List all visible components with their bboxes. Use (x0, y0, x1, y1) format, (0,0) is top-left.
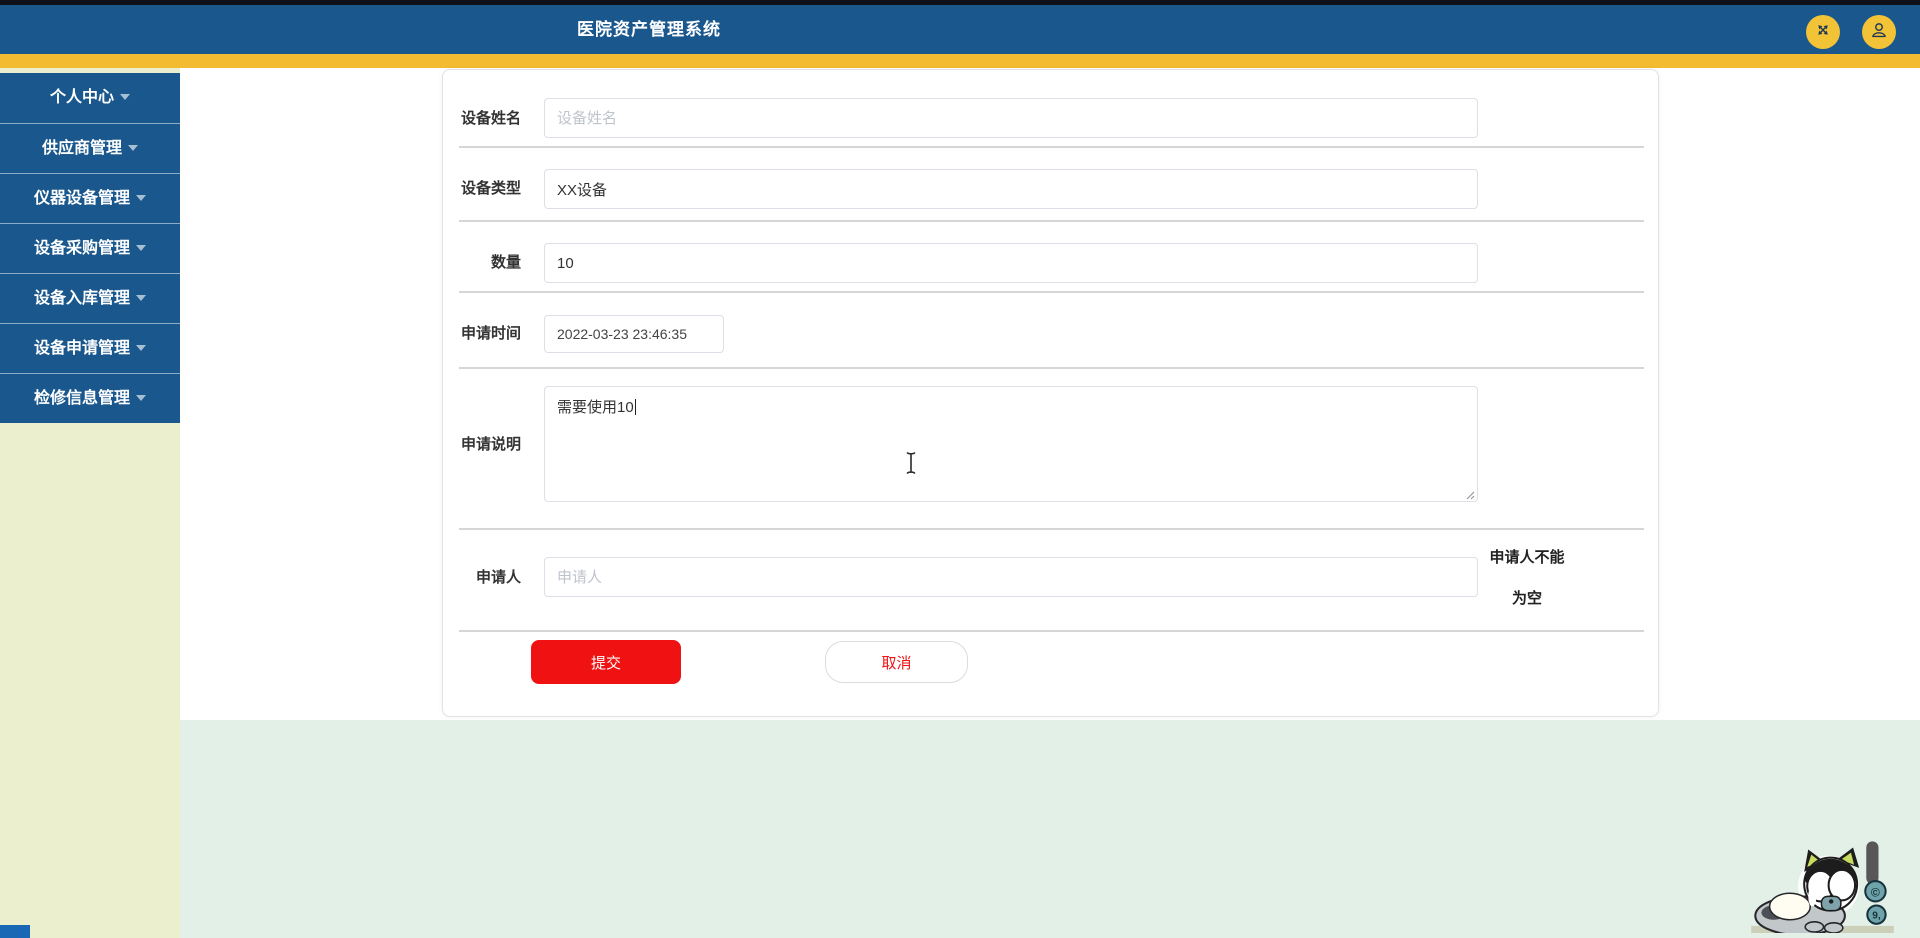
device-type-input[interactable] (544, 169, 1478, 209)
sidebar-menu: 个人中心 供应商管理 仪器设备管理 设备采购管理 设备入库管理 设备申请管理 检… (0, 73, 180, 423)
app-title: 医院资产管理系统 (577, 20, 721, 39)
apply-note-label: 申请说明 (460, 436, 521, 453)
sidebar-item-maintenance-mgmt[interactable]: 检修信息管理 (0, 373, 180, 423)
user-icon (1868, 19, 1890, 46)
row-divider (459, 146, 1644, 148)
text-caret (634, 399, 636, 415)
bottom-left-blue-box (0, 925, 30, 938)
sidebar-item-personal-center[interactable]: 个人中心 (0, 73, 180, 123)
device-name-input[interactable] (544, 98, 1478, 138)
sidebar-item-label: 个人中心 (49, 89, 114, 106)
applicant-label: 申请人 (475, 569, 521, 586)
sidebar-item-label: 设备申请管理 (33, 340, 130, 357)
row-divider (459, 291, 1644, 293)
equipment-application-form-card: 设备姓名 设备类型 数量 申请时间 申请说明 需要使用10 (442, 69, 1659, 717)
applicant-input[interactable] (544, 557, 1478, 597)
screen: 医院资产管理系统 个人中心 供应商管理 仪器设备管理 设备采购管理 设备入库管理… (0, 0, 1920, 938)
applicant-error-message: 申请人不能为空 (1489, 549, 1565, 607)
user-button[interactable] (1862, 15, 1896, 49)
app-header: 医院资产管理系统 (0, 5, 1920, 54)
apply-time-input[interactable] (544, 315, 724, 353)
sidebar-item-label: 检修信息管理 (33, 390, 130, 407)
resize-handle[interactable] (1463, 487, 1475, 500)
main-content: 设备姓名 设备类型 数量 申请时间 申请说明 需要使用10 (180, 68, 1920, 938)
accent-stripe (0, 54, 1920, 68)
row-divider (459, 367, 1644, 369)
row-divider (459, 220, 1644, 222)
sidebar-item-application-mgmt[interactable]: 设备申请管理 (0, 323, 180, 373)
sidebar-item-label: 设备采购管理 (33, 240, 130, 257)
sidebar-item-label: 设备入库管理 (33, 290, 130, 307)
row-divider (459, 630, 1644, 632)
sidebar-item-supplier-mgmt[interactable]: 供应商管理 (0, 123, 180, 173)
chevron-down-icon (128, 145, 138, 151)
sidebar-item-procurement-mgmt[interactable]: 设备采购管理 (0, 223, 180, 273)
row-divider (459, 528, 1644, 530)
quantity-label: 数量 (490, 254, 521, 271)
fullscreen-button[interactable] (1806, 15, 1840, 49)
apply-note-text: 需要使用10 (557, 399, 634, 416)
apply-note-textarea[interactable]: 需要使用10 (544, 386, 1478, 502)
chevron-down-icon (136, 245, 146, 251)
sidebar-item-label: 仪器设备管理 (33, 190, 130, 207)
chevron-down-icon (120, 94, 130, 100)
sidebar-item-instrument-mgmt[interactable]: 仪器设备管理 (0, 173, 180, 223)
chevron-down-icon (136, 345, 146, 351)
device-name-label: 设备姓名 (460, 110, 521, 127)
chevron-down-icon (136, 195, 146, 201)
device-type-label: 设备类型 (460, 180, 521, 197)
footer-area (180, 720, 1920, 938)
sidebar-item-label: 供应商管理 (41, 140, 122, 157)
chevron-down-icon (136, 395, 146, 401)
sidebar-item-warehousing-mgmt[interactable]: 设备入库管理 (0, 273, 180, 323)
fullscreen-icon (1813, 20, 1833, 45)
cancel-button[interactable]: 取消 (825, 641, 968, 683)
chevron-down-icon (136, 295, 146, 301)
apply-time-label: 申请时间 (460, 325, 521, 342)
sidebar: 个人中心 供应商管理 仪器设备管理 设备采购管理 设备入库管理 设备申请管理 检… (0, 68, 180, 938)
quantity-input[interactable] (544, 243, 1478, 283)
submit-button[interactable]: 提交 (531, 640, 681, 684)
